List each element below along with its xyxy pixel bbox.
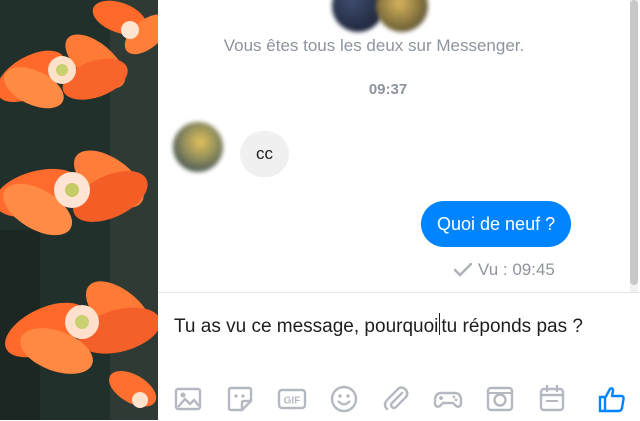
message-timestamp: 09:37 (368, 81, 408, 98)
calendar-icon[interactable] (536, 383, 568, 415)
outgoing-message-bubble[interactable]: Quoi de neuf ? (421, 201, 572, 247)
attachment-icon[interactable] (380, 383, 412, 415)
background-photo (0, 0, 158, 420)
message-input[interactable]: Tu as vu ce message, pourquoi tu réponds … (174, 313, 614, 341)
game-icon[interactable] (432, 383, 464, 415)
seen-receipt: Vu : 09:45 (454, 260, 555, 280)
composer-toolbar: GIF (172, 381, 638, 421)
gif-label: GIF (284, 396, 301, 407)
gif-icon[interactable]: GIF (276, 383, 308, 415)
scrollbar[interactable] (630, 0, 638, 292)
message-input-text-after-caret: tu réponds pas ? (441, 316, 583, 337)
avatar (376, 0, 428, 32)
camera-icon[interactable] (484, 383, 516, 415)
emoji-icon[interactable] (328, 383, 360, 415)
connection-info-text: Vous êtes tous les deux sur Messenger. (223, 36, 525, 55)
checkmark-icon (454, 263, 472, 277)
seen-label: Vu : 09:45 (478, 260, 555, 279)
image-icon[interactable] (172, 383, 204, 415)
message-composer[interactable]: Tu as vu ce message, pourquoi tu réponds … (158, 292, 640, 421)
flower-photo-illustration (0, 0, 158, 420)
incoming-message-bubble[interactable]: cc (240, 131, 289, 177)
contact-avatar[interactable] (173, 122, 223, 172)
message-input-text-before-caret: Tu as vu ce message, pourquoi (174, 316, 439, 337)
participants-avatars (330, 0, 440, 34)
scrollbar-thumb[interactable] (630, 0, 638, 285)
conversation-pane[interactable]: Vous êtes tous les deux sur Messenger. 0… (158, 0, 640, 292)
sticker-icon[interactable] (224, 383, 256, 415)
like-icon[interactable] (596, 383, 628, 415)
